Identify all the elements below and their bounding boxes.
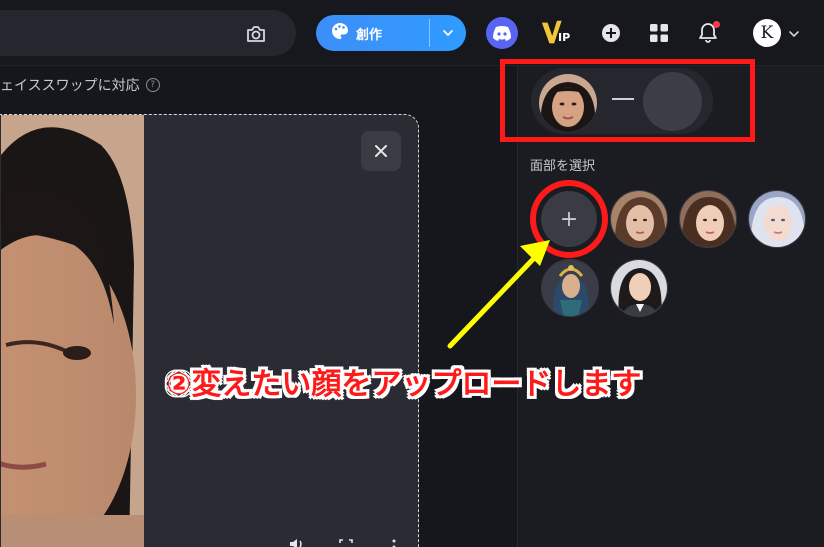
plus-circle-icon[interactable] <box>595 17 627 49</box>
video-frame <box>1 115 144 547</box>
face-select-label: 面部を選択 <box>530 159 596 174</box>
face-preset-1[interactable] <box>610 190 668 248</box>
discord-icon[interactable] <box>486 17 518 49</box>
feature-subtitle: ェイススワップに対応 ? <box>0 75 160 95</box>
user-avatar[interactable]: K <box>753 19 781 47</box>
video-dropzone[interactable] <box>0 114 419 547</box>
create-dropdown[interactable] <box>430 15 466 51</box>
vip-label: IP <box>558 31 571 44</box>
video-preview[interactable] <box>1 115 144 547</box>
volume-icon[interactable] <box>289 535 305 547</box>
annotation-highlight-box <box>500 59 755 142</box>
close-video-button[interactable] <box>361 131 401 171</box>
create-button[interactable]: 創作 <box>316 15 466 51</box>
face-preset-3[interactable] <box>748 190 806 248</box>
bell-icon[interactable] <box>692 17 724 49</box>
camera-icon[interactable] <box>243 21 269 47</box>
close-icon <box>375 145 387 157</box>
face-preset-5[interactable] <box>610 259 668 317</box>
face-preset-2[interactable] <box>679 190 737 248</box>
subtitle-text: ェイススワップに対応 <box>0 78 140 94</box>
palette-icon <box>330 21 350 45</box>
annotation-caption: ②変えたい顔をアップロードします <box>166 367 642 402</box>
apps-grid-icon[interactable] <box>643 17 675 49</box>
chevron-down-icon <box>443 30 453 36</box>
annotation-arrow <box>447 240 550 349</box>
vip-icon[interactable]: IP <box>540 17 572 49</box>
create-main[interactable]: 創作 <box>316 15 429 51</box>
avatar-initial: K <box>760 23 774 43</box>
more-options-icon[interactable] <box>386 535 402 547</box>
create-label: 創作 <box>356 27 383 43</box>
top-header: 創作 IP K <box>0 0 824 66</box>
fullscreen-icon[interactable] <box>338 535 354 547</box>
chevron-down-icon[interactable] <box>787 26 801 40</box>
notification-dot <box>713 21 720 28</box>
help-icon[interactable]: ? <box>145 78 160 92</box>
